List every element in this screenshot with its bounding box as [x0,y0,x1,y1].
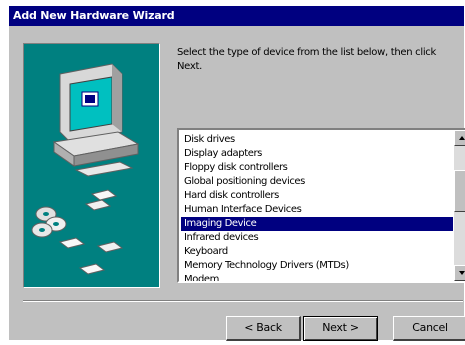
device-list-item[interactable]: Keyboard [181,245,453,259]
device-list-item[interactable]: Floppy disk controllers [181,161,453,175]
computer-illustration-icon [31,63,140,275]
arrow-up-icon [459,136,465,140]
scroll-down-button[interactable] [454,265,465,281]
device-list-item[interactable]: Imaging Device [181,217,453,231]
device-list[interactable]: Disk drives Display adapters Floppy disk c… [181,133,453,281]
device-list-item[interactable]: Infrared devices [181,231,453,245]
device-list-item[interactable]: Global positioning devices [181,175,453,189]
scroll-up-button[interactable] [454,130,465,146]
scroll-thumb[interactable] [454,170,465,212]
device-list-item[interactable]: Human Interface Devices [181,203,453,217]
footer-separator [23,300,463,302]
instruction-text: Select the type of device from the list … [177,47,436,72]
window-title: Add New Hardware Wizard [13,9,175,22]
device-list-item[interactable]: Hard disk controllers [181,189,453,203]
next-button[interactable]: Next > [303,316,378,341]
back-button[interactable]: < Back [226,316,301,341]
title-bar[interactable]: Add New Hardware Wizard [9,6,464,26]
device-list-item[interactable]: Memory Technology Drivers (MTDs) [181,259,453,273]
device-list-item[interactable]: Display adapters [181,147,453,161]
cancel-button[interactable]: Cancel [393,316,465,341]
wizard-window: Add New Hardware Wizard Select the type … [9,6,465,341]
wizard-illustration [23,43,160,288]
device-type-listbox[interactable]: Disk drives Display adapters Floppy disk c… [177,128,465,283]
vertical-scrollbar[interactable] [454,130,465,281]
arrow-down-icon [459,271,465,275]
device-list-item[interactable]: Disk drives [181,133,453,147]
device-list-item[interactable]: Modem [181,273,453,281]
